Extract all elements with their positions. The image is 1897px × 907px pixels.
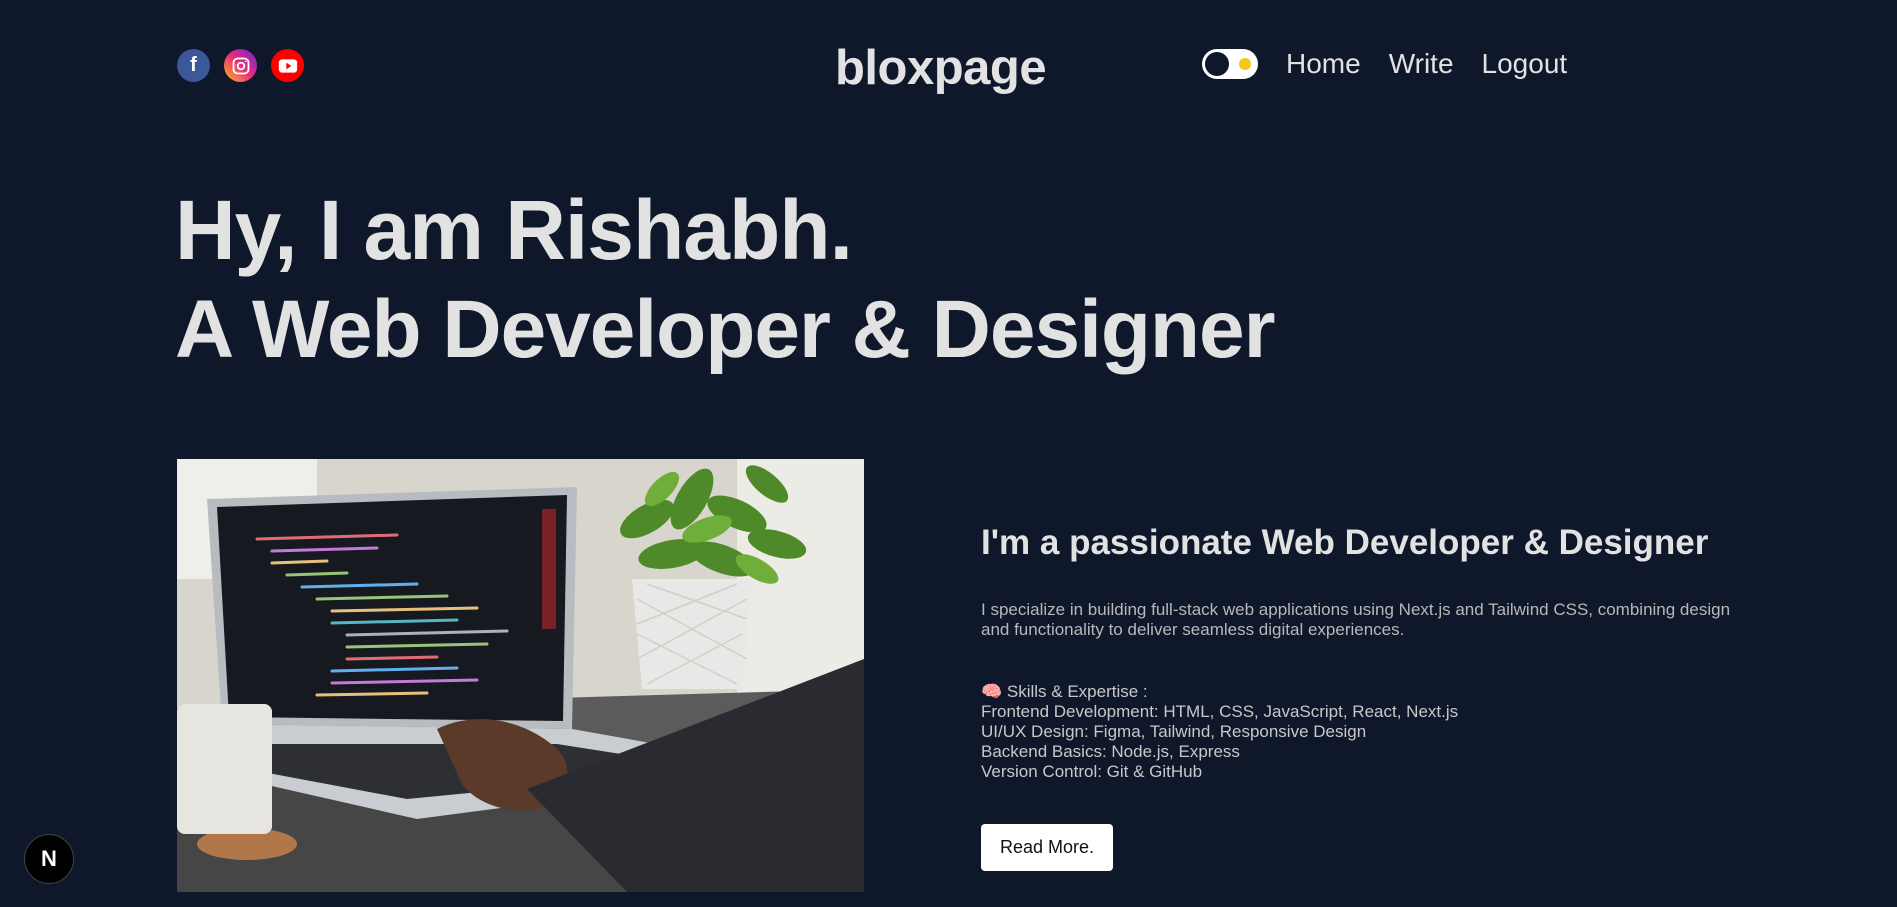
- sun-icon: [1239, 58, 1251, 70]
- main-nav: Home Write Logout: [1202, 48, 1567, 80]
- about-section: I'm a passionate Web Developer & Designe…: [981, 520, 1741, 871]
- nav-write-link[interactable]: Write: [1389, 48, 1454, 80]
- toggle-knob: [1205, 52, 1229, 76]
- hero-image: [177, 459, 864, 892]
- about-heading: I'm a passionate Web Developer & Designe…: [981, 523, 1709, 562]
- site-logo[interactable]: bloxpage: [835, 40, 1047, 96]
- social-links: f: [177, 49, 304, 82]
- facebook-icon[interactable]: f: [177, 49, 210, 82]
- nav-home-link[interactable]: Home: [1286, 48, 1361, 80]
- skill-item: Version Control: Git & GitHub: [981, 762, 1203, 781]
- skills-title: 🧠 Skills & Expertise :: [981, 682, 1148, 701]
- skills-list: 🧠 Skills & Expertise : Frontend Developm…: [981, 682, 1741, 782]
- instagram-icon[interactable]: [224, 49, 257, 82]
- read-more-button[interactable]: Read More.: [981, 824, 1114, 871]
- navbar: f bloxpage Home Write Logout: [177, 30, 1577, 106]
- hero-line-1: Hy, I am Rishabh.: [175, 183, 853, 277]
- hero-line-2: A Web Developer & Designer: [175, 284, 1276, 375]
- skill-item: UI/UX Design: Figma, Tailwind, Responsiv…: [981, 722, 1367, 741]
- theme-toggle[interactable]: [1202, 49, 1258, 79]
- about-description: I specialize in building full-stack web …: [981, 600, 1731, 639]
- skill-item: Backend Basics: Node.js, Express: [981, 742, 1240, 761]
- nav-logout-link[interactable]: Logout: [1482, 48, 1568, 80]
- nextjs-badge-icon[interactable]: N: [24, 834, 74, 884]
- youtube-icon[interactable]: [271, 49, 304, 82]
- hero-heading: Hy, I am Rishabh. A Web Developer & Desi…: [175, 180, 1575, 380]
- skill-item: Frontend Development: HTML, CSS, JavaScr…: [981, 702, 1459, 721]
